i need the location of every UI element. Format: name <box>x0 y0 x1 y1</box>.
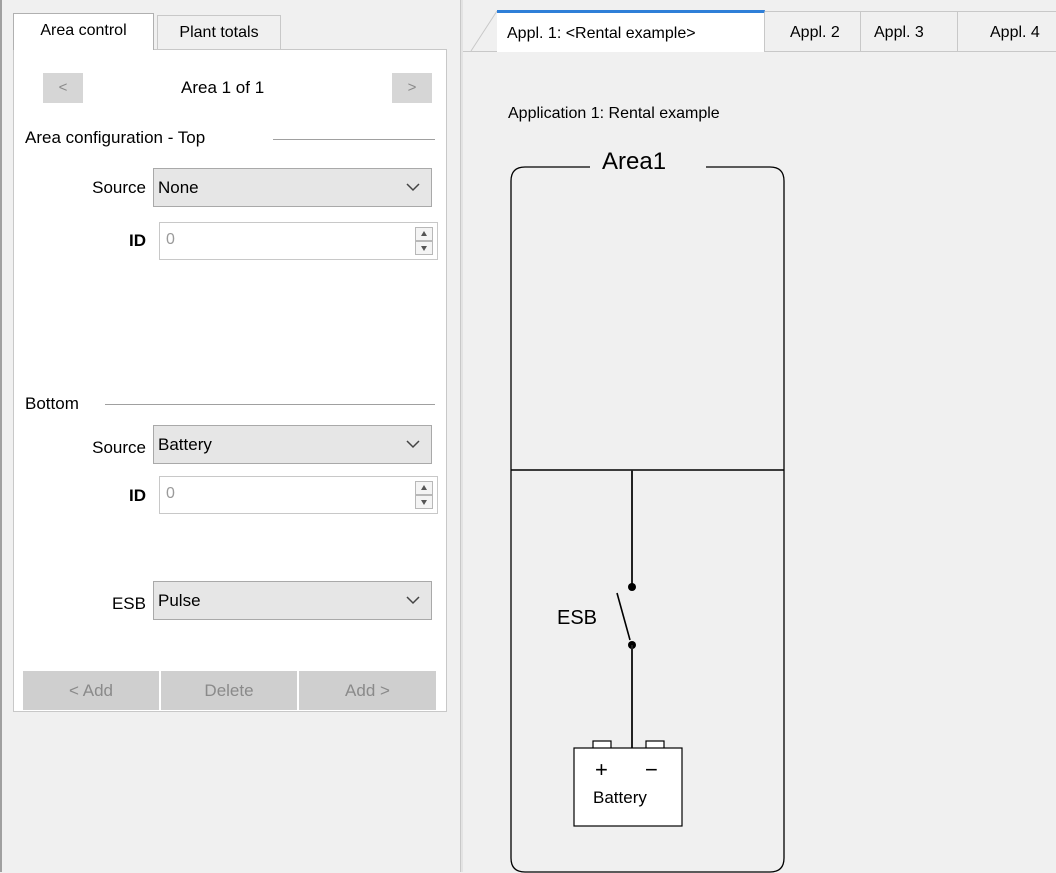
chevron-down-icon <box>406 440 420 449</box>
switch-contact-top <box>628 583 636 591</box>
esb-switch-label: ESB <box>557 607 598 629</box>
bottom-id-spin-arrows <box>415 481 433 509</box>
tab-appl-4-label: Appl. 4 <box>990 24 1040 41</box>
bottom-id-value: 0 <box>166 485 175 502</box>
top-source-dropdown[interactable]: None <box>153 168 432 207</box>
add-left-label: < Add <box>69 681 113 700</box>
tab-appl-2[interactable]: Appl. 2 <box>765 11 861 51</box>
esb-label: ESB <box>111 594 146 613</box>
chevron-down-icon <box>406 183 420 192</box>
spin-down-icon[interactable] <box>415 241 433 255</box>
esb-dropdown[interactable]: Pulse <box>153 581 432 620</box>
delete-button[interactable]: Delete <box>161 671 297 710</box>
top-source-value: None <box>158 178 199 197</box>
battery-label: Battery <box>593 788 647 807</box>
top-group-heading: Area configuration - Top <box>25 128 206 147</box>
bottom-source-value: Battery <box>158 435 212 454</box>
tab-appl-1[interactable]: Appl. 1: <Rental example> <box>497 10 765 52</box>
bottom-group-heading: Bottom <box>25 394 79 413</box>
bottom-group-divider <box>105 404 435 405</box>
tab-appl-2-label: Appl. 2 <box>790 24 840 41</box>
spin-up-icon[interactable] <box>415 227 433 241</box>
battery-minus-sign: − <box>645 757 658 782</box>
add-right-button[interactable]: Add > <box>299 671 436 710</box>
top-source-label: Source <box>92 178 146 197</box>
next-area-label: > <box>407 79 417 96</box>
tab-plant-totals[interactable]: Plant totals <box>157 15 281 49</box>
next-area-button[interactable]: > <box>392 73 432 103</box>
tab-appl-4[interactable]: Appl. 4 <box>958 11 1056 51</box>
esb-switch-blade <box>616 592 631 641</box>
area-control-pane: < Area 1 of 1 > Area configuration - Top… <box>13 49 447 712</box>
spin-up-icon[interactable] <box>415 481 433 495</box>
left-window-edge <box>0 0 10 872</box>
tab-plant-totals-label: Plant totals <box>179 24 259 41</box>
bottom-id-label: ID <box>129 486 146 505</box>
add-left-button[interactable]: < Add <box>23 671 159 710</box>
top-group-divider <box>273 139 435 140</box>
bottom-source-label: Source <box>92 438 146 457</box>
tab-area-control[interactable]: Area control <box>13 13 154 50</box>
top-id-spin-arrows <box>415 227 433 255</box>
spin-down-icon[interactable] <box>415 495 433 509</box>
add-right-label: Add > <box>345 681 390 700</box>
delete-label: Delete <box>204 681 254 700</box>
tab-appl-1-label: Appl. 1: <Rental example> <box>507 25 696 42</box>
top-id-value: 0 <box>166 231 175 248</box>
previous-area-label: < <box>58 79 68 96</box>
tab-area-control-label: Area control <box>40 22 127 39</box>
area-counter: Area 1 of 1 <box>181 78 265 97</box>
battery-icon <box>573 747 683 827</box>
tab-appl-3-label: Appl. 3 <box>874 24 924 41</box>
battery-plus-sign: + <box>595 757 608 782</box>
tab-appl-3[interactable]: Appl. 3 <box>861 11 958 51</box>
top-id-label: ID <box>129 231 146 250</box>
bottom-source-dropdown[interactable]: Battery <box>153 425 432 464</box>
previous-area-button[interactable]: < <box>43 73 83 103</box>
esb-value: Pulse <box>158 591 201 610</box>
chevron-down-icon <box>406 596 420 605</box>
application-diagram-pane: Application 1: Rental example Area1 ESB … <box>463 51 1056 873</box>
top-id-spinner[interactable]: 0 <box>159 222 438 260</box>
bottom-id-spinner[interactable]: 0 <box>159 476 438 514</box>
area-name: Area1 <box>602 148 667 175</box>
area-diagram <box>510 166 785 873</box>
